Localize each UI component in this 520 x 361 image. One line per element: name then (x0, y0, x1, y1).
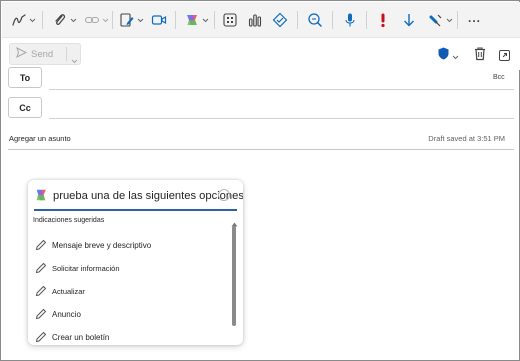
pencil-icon (35, 308, 47, 320)
sensitivity-button[interactable] (272, 10, 288, 30)
teams-meeting-icon (151, 12, 167, 28)
toolbar-divider (457, 11, 458, 29)
chevron-down-icon (202, 18, 209, 23)
apps-icon (222, 12, 238, 28)
send-label: Send (31, 48, 54, 60)
sensitivity-label-button[interactable] (438, 47, 459, 65)
suggestion-label: Actualizar (52, 286, 85, 296)
trash-icon (473, 47, 487, 65)
insights-button[interactable] (247, 10, 263, 30)
toolbar-divider (112, 11, 113, 29)
to-button[interactable]: To (8, 67, 42, 88)
high-importance-button[interactable] (375, 10, 391, 30)
suggestion-label: Mensaje breve y descriptivo (52, 240, 152, 250)
pencil-icon (35, 239, 47, 251)
cc-button[interactable]: Cc (8, 97, 42, 118)
suggestion-item[interactable]: Actualizar (34, 283, 85, 299)
attach-button[interactable] (52, 10, 77, 30)
format-painter-button[interactable] (428, 10, 453, 30)
toolbar-divider (366, 11, 367, 29)
subject-input[interactable]: Agregar un asunto (9, 134, 71, 143)
pencil-icon (35, 331, 47, 343)
link-button[interactable] (84, 10, 109, 30)
insights-icon (247, 12, 263, 28)
chevron-down-icon[interactable] (71, 51, 78, 69)
copilot-icon (184, 12, 200, 28)
immersive-reader-button[interactable] (307, 10, 323, 30)
discard-button[interactable] (473, 46, 487, 66)
copilot-draft-panel: prueba una de las siguientes opciones In… (28, 180, 243, 345)
apps-button[interactable] (222, 10, 238, 30)
dictate-button[interactable] (342, 10, 358, 30)
toolbar-divider (175, 11, 176, 29)
draft-status: Draft saved at 3:51 PM (428, 134, 505, 143)
sensitivity-icon (272, 12, 288, 28)
compose-window: ... Send To Bcc Cc Agregar un asunto Dra… (0, 0, 520, 361)
pencil-icon (35, 285, 47, 297)
toolbar-divider (332, 11, 333, 29)
suggestion-label: Anuncio (52, 309, 81, 319)
copilot-submit-icon[interactable] (218, 189, 230, 201)
copilot-input-underline (34, 209, 237, 211)
attach-icon (52, 12, 68, 28)
suggestion-item[interactable]: Mensaje breve y descriptivo (34, 237, 151, 253)
chevron-down-icon (70, 18, 77, 23)
chevron-down-icon (29, 18, 36, 23)
send-row: Send (2, 38, 520, 70)
toolbar-divider (214, 11, 215, 29)
high-importance-icon (375, 12, 391, 28)
chevron-down-icon (137, 18, 144, 23)
cc-field[interactable] (49, 118, 514, 119)
subject-underline (8, 149, 514, 150)
suggestion-item[interactable]: Solicitar información (34, 260, 120, 276)
suggestion-item[interactable]: Anuncio (34, 306, 81, 322)
ribbon-toolbar: ... (2, 2, 520, 38)
low-importance-icon (401, 12, 417, 28)
link-icon (84, 12, 100, 28)
to-field[interactable] (49, 89, 514, 90)
send-icon (16, 45, 28, 63)
more-options-button[interactable]: ... (468, 8, 481, 28)
format-painter-icon (428, 12, 444, 28)
shield-icon (438, 47, 449, 65)
draw-icon (11, 12, 27, 28)
copilot-prompt-box[interactable]: prueba una de las siguientes opciones (28, 180, 243, 209)
signature-button[interactable] (119, 10, 144, 30)
chevron-down-icon (102, 18, 109, 23)
copilot-prompt-input[interactable]: prueba una de las siguientes opciones (53, 190, 243, 202)
chevron-down-icon (446, 18, 453, 23)
toolbar-divider (42, 11, 43, 29)
signature-icon (119, 12, 135, 28)
suggestion-label: Solicitar información (52, 263, 120, 273)
more-options-icon: ... (468, 11, 482, 25)
pop-out-icon (499, 48, 510, 65)
send-divider (66, 47, 67, 61)
dictate-icon (342, 12, 358, 28)
suggestion-item[interactable]: Crear un boletín (34, 329, 109, 345)
chevron-down-icon (452, 47, 459, 65)
suggestions-heading: Indicaciones sugeridas (33, 217, 105, 224)
low-importance-button[interactable] (401, 10, 417, 30)
copilot-button[interactable] (184, 10, 209, 30)
pop-out-button[interactable] (499, 48, 510, 66)
draw-button[interactable] (11, 10, 36, 30)
toolbar-divider (297, 11, 298, 29)
pencil-icon (35, 262, 47, 274)
bcc-button[interactable]: Bcc (493, 74, 505, 81)
scrollbar-thumb[interactable] (232, 226, 236, 326)
copilot-icon (34, 188, 48, 207)
suggestion-label: Crear un boletín (52, 332, 110, 342)
send-button[interactable]: Send (9, 43, 81, 65)
immersive-reader-icon (307, 12, 323, 28)
teams-meeting-button[interactable] (151, 10, 167, 30)
